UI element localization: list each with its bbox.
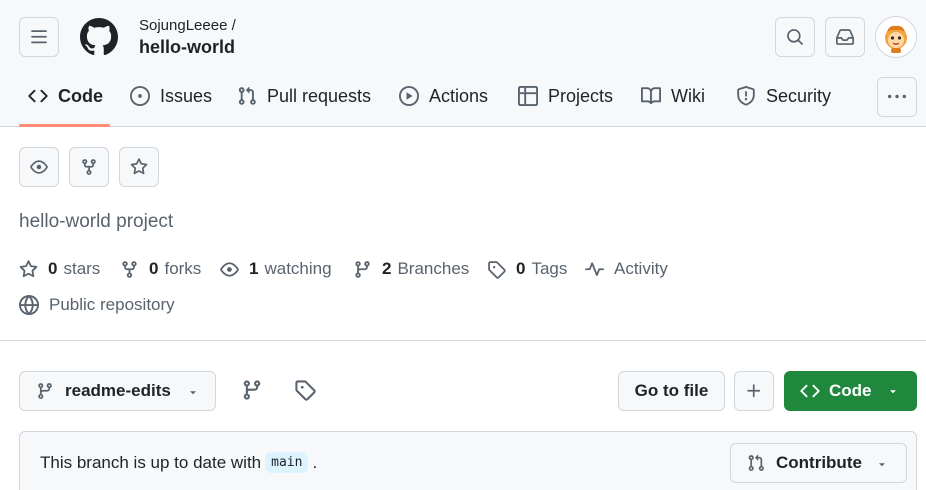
shield-icon	[737, 86, 755, 106]
branches-icon-link[interactable]	[241, 379, 263, 401]
contribute-label: Contribute	[776, 453, 862, 472]
tab-actions[interactable]: Actions	[399, 80, 488, 127]
star-button[interactable]	[119, 147, 159, 187]
more-tabs-button[interactable]	[877, 77, 917, 117]
visibility-label: Public repository	[49, 295, 175, 314]
repo-description: hello-world project	[19, 211, 174, 232]
branch-name: readme-edits	[65, 381, 171, 400]
tab-wiki-label: Wiki	[671, 86, 705, 106]
watch-button[interactable]	[19, 147, 59, 187]
git-pull-request-icon	[238, 86, 256, 105]
search-button[interactable]	[775, 17, 815, 57]
repo-owner-link[interactable]: SojungLeeee /	[139, 17, 236, 34]
base-branch-link[interactable]: main	[265, 452, 309, 473]
tags-label: Tags	[531, 259, 568, 278]
tab-pull-requests-label: Pull requests	[267, 86, 372, 106]
search-icon	[787, 29, 803, 45]
watching-link[interactable]: 1 watching	[220, 259, 332, 279]
tab-security-label: Security	[766, 86, 832, 106]
repo-visibility: Public repository	[19, 295, 175, 315]
tab-projects[interactable]: Projects	[518, 80, 613, 127]
star-icon	[19, 259, 38, 277]
triangle-down-icon	[890, 390, 896, 394]
repo-forked-icon	[122, 260, 137, 278]
tags-link[interactable]: 0 Tags	[487, 259, 567, 279]
status-suffix: .	[312, 452, 318, 472]
go-to-file-button[interactable]: Go to file	[618, 371, 725, 411]
tab-code-label: Code	[58, 86, 103, 106]
stars-count: 0	[48, 259, 58, 278]
branches-link[interactable]: 2 Branches	[353, 259, 469, 279]
contribute-button[interactable]: Contribute	[730, 443, 907, 483]
pulse-icon	[585, 261, 604, 276]
table-icon	[518, 86, 538, 106]
stars-label: stars	[63, 259, 101, 278]
tab-actions-label: Actions	[429, 86, 489, 106]
activity-label: Activity	[614, 259, 668, 278]
add-file-button[interactable]	[734, 371, 774, 411]
book-icon	[641, 87, 661, 105]
section-divider	[0, 340, 926, 341]
code-icon	[28, 89, 48, 103]
tab-issues-label: Issues	[160, 86, 213, 106]
branch-status-text: This branch is up to date with main .	[40, 452, 317, 473]
forks-count: 0	[149, 259, 159, 278]
code-button-label: Code	[829, 381, 872, 400]
inbox-icon	[836, 29, 854, 45]
tab-pull-requests[interactable]: Pull requests	[237, 80, 371, 127]
menu-button[interactable]	[19, 17, 59, 57]
eye-icon	[30, 160, 48, 174]
branch-selector[interactable]: readme-edits	[19, 371, 216, 411]
fork-button[interactable]	[69, 147, 109, 187]
inbox-button[interactable]	[825, 17, 865, 57]
git-branch-icon	[38, 383, 52, 399]
tags-count: 0	[516, 259, 526, 278]
kebab-horizontal-icon	[888, 94, 906, 99]
branches-count: 2	[382, 259, 392, 278]
tab-projects-label: Projects	[548, 86, 614, 106]
repo-name-link[interactable]: hello-world	[139, 37, 235, 58]
triangle-down-icon	[190, 391, 196, 395]
status-prefix: This branch is up to date with	[40, 452, 262, 472]
avatar-illustration-icon	[885, 25, 907, 53]
active-tab-underline	[19, 124, 110, 127]
watching-label: watching	[264, 259, 332, 278]
stars-link[interactable]: 0 stars	[19, 259, 100, 279]
git-pull-request-icon	[748, 454, 764, 471]
git-branch-icon	[355, 260, 370, 278]
tab-security[interactable]: Security	[736, 80, 831, 127]
play-icon	[399, 86, 419, 106]
globe-icon	[19, 295, 39, 315]
forks-label: forks	[164, 259, 202, 278]
tab-code[interactable]: Code	[28, 80, 103, 127]
user-avatar[interactable]	[875, 16, 917, 58]
tab-wiki[interactable]: Wiki	[641, 80, 705, 127]
branch-status-box: This branch is up to date with main . Co…	[19, 431, 917, 490]
github-logo-icon[interactable]	[80, 18, 118, 56]
plus-icon	[747, 384, 761, 398]
repo-forked-icon	[82, 159, 96, 175]
code-icon	[800, 384, 820, 398]
tags-icon-link[interactable]	[294, 379, 316, 401]
branches-label: Branches	[397, 259, 470, 278]
code-dropdown-button[interactable]: Code	[784, 371, 917, 411]
eye-icon	[220, 261, 239, 277]
tag-icon	[488, 260, 506, 279]
tab-issues[interactable]: Issues	[130, 80, 212, 127]
forks-link[interactable]: 0 forks	[120, 259, 201, 279]
activity-link[interactable]: Activity	[585, 259, 668, 279]
hamburger-icon	[31, 30, 47, 44]
issue-opened-icon	[130, 86, 150, 106]
watching-count: 1	[249, 259, 259, 278]
repo-header: SojungLeeee / hello-world Code Issues Pu…	[0, 0, 926, 127]
star-icon	[130, 158, 148, 175]
triangle-down-icon	[879, 463, 885, 467]
